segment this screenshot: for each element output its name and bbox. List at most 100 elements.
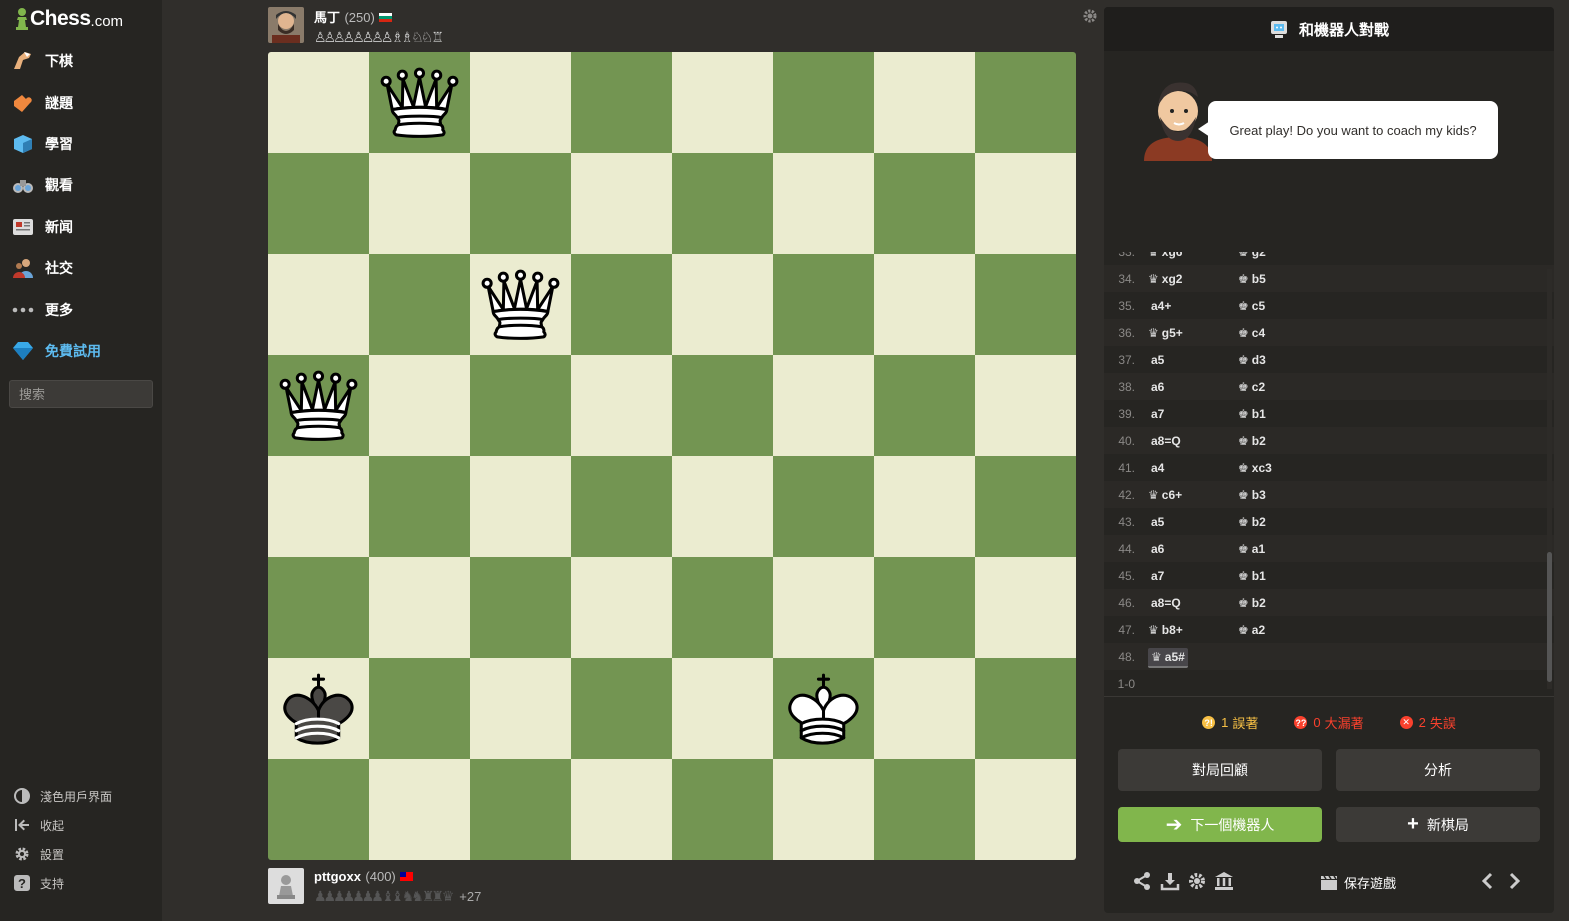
square-c8[interactable] <box>470 52 571 153</box>
square-a7[interactable] <box>268 153 369 254</box>
nav-learn[interactable]: 學習 <box>10 129 73 159</box>
white-move[interactable]: a5 <box>1148 353 1238 367</box>
square-a6[interactable] <box>268 254 369 355</box>
square-b1[interactable] <box>369 759 470 860</box>
new-game-button[interactable]: + 新棋局 <box>1336 807 1540 842</box>
square-c1[interactable] <box>470 759 571 860</box>
square-h2[interactable] <box>975 658 1076 759</box>
square-f8[interactable] <box>773 52 874 153</box>
square-b4[interactable] <box>369 456 470 557</box>
black-move[interactable]: ♚ xc3 <box>1238 461 1328 475</box>
square-h3[interactable] <box>975 557 1076 658</box>
square-e3[interactable] <box>672 557 773 658</box>
square-g3[interactable] <box>874 557 975 658</box>
black-move[interactable]: ♚ c2 <box>1238 380 1328 394</box>
white-move[interactable]: ♛ a5# <box>1148 647 1238 668</box>
square-f6[interactable] <box>773 254 874 355</box>
square-g7[interactable] <box>874 153 975 254</box>
nav-puzzles[interactable]: 謎題 <box>10 88 73 118</box>
move-list[interactable]: 33.♛xg6♚g234.♛xg2♚b535.a4+♚c536.♛g5+♚c43… <box>1104 252 1554 694</box>
square-a2[interactable] <box>268 658 369 759</box>
chess-board[interactable] <box>268 52 1076 860</box>
square-e4[interactable] <box>672 456 773 557</box>
square-d2[interactable] <box>571 658 672 759</box>
nav-social[interactable]: 社交 <box>10 253 73 283</box>
square-e2[interactable] <box>672 658 773 759</box>
square-f1[interactable] <box>773 759 874 860</box>
white-move[interactable]: a6 <box>1148 542 1238 556</box>
nav-watch[interactable]: 觀看 <box>10 170 73 200</box>
square-f5[interactable] <box>773 355 874 456</box>
square-a5[interactable] <box>268 355 369 456</box>
black-move[interactable]: ♚ b3 <box>1238 488 1328 502</box>
white-move[interactable]: a5 <box>1148 515 1238 529</box>
square-h1[interactable] <box>975 759 1076 860</box>
nav-more[interactable]: 更多 <box>10 295 73 325</box>
white-move[interactable]: a4+ <box>1148 299 1238 313</box>
move-list-scrollbar[interactable] <box>1547 269 1552 689</box>
black-move[interactable]: ♚ a2 <box>1238 623 1328 637</box>
black-move[interactable]: ♚ b1 <box>1238 569 1328 583</box>
white-move[interactable]: ♛ xg2 <box>1148 272 1238 286</box>
square-c6[interactable] <box>470 254 571 355</box>
nav-play[interactable]: 下棋 <box>10 46 73 76</box>
square-b3[interactable] <box>369 557 470 658</box>
player-avatar[interactable] <box>268 868 304 904</box>
black-move[interactable]: ♚ b2 <box>1238 434 1328 448</box>
white-move[interactable]: ♛ g5+ <box>1148 326 1238 340</box>
white-move[interactable]: a4 <box>1148 461 1238 475</box>
next-bot-button[interactable]: ➔ 下一個機器人 <box>1118 807 1322 842</box>
square-c7[interactable] <box>470 153 571 254</box>
black-move[interactable]: ♚ c4 <box>1238 326 1328 340</box>
square-h7[interactable] <box>975 153 1076 254</box>
square-a4[interactable] <box>268 456 369 557</box>
square-c2[interactable] <box>470 658 571 759</box>
square-g6[interactable] <box>874 254 975 355</box>
share-icon[interactable] <box>1132 871 1152 891</box>
square-g1[interactable] <box>874 759 975 860</box>
white-move[interactable]: ♛ c6+ <box>1148 488 1238 502</box>
blunder-stat[interactable]: ?? 0 大漏著 <box>1294 713 1364 732</box>
square-g5[interactable] <box>874 355 975 456</box>
light-ui-toggle[interactable]: 淺色用戶界面 <box>12 785 112 807</box>
next-move-icon[interactable] <box>1504 871 1524 891</box>
square-f4[interactable] <box>773 456 874 557</box>
search-input[interactable]: 搜索 <box>9 380 153 408</box>
square-d8[interactable] <box>571 52 672 153</box>
scrollbar-thumb[interactable] <box>1547 552 1552 682</box>
opponent-name[interactable]: 馬丁 <box>314 10 340 25</box>
square-e1[interactable] <box>672 759 773 860</box>
nav-free-trial[interactable]: 免費試用 <box>10 336 101 366</box>
square-b2[interactable] <box>369 658 470 759</box>
square-h6[interactable] <box>975 254 1076 355</box>
square-h4[interactable] <box>975 456 1076 557</box>
square-e7[interactable] <box>672 153 773 254</box>
square-h8[interactable] <box>975 52 1076 153</box>
white-move[interactable]: a7 <box>1148 569 1238 583</box>
board-settings-gear-icon[interactable] <box>1082 8 1098 24</box>
square-b5[interactable] <box>369 355 470 456</box>
square-e5[interactable] <box>672 355 773 456</box>
black-move[interactable]: ♚ b1 <box>1238 407 1328 421</box>
square-e8[interactable] <box>672 52 773 153</box>
chess-com-logo[interactable]: Chess .com <box>14 4 123 34</box>
nav-news[interactable]: 新闻 <box>10 212 73 242</box>
white-move[interactable]: ♛xg6 <box>1148 252 1238 259</box>
black-move[interactable]: ♚ b2 <box>1238 515 1328 529</box>
library-icon[interactable] <box>1214 871 1234 891</box>
white-move[interactable]: a7 <box>1148 407 1238 421</box>
download-icon[interactable] <box>1160 871 1180 891</box>
square-b8[interactable] <box>369 52 470 153</box>
black-move[interactable]: ♚ c5 <box>1238 299 1328 313</box>
black-move[interactable]: ♚ b2 <box>1238 596 1328 610</box>
square-f7[interactable] <box>773 153 874 254</box>
square-d5[interactable] <box>571 355 672 456</box>
square-g2[interactable] <box>874 658 975 759</box>
white-move[interactable]: ♛ b8+ <box>1148 623 1238 637</box>
square-d6[interactable] <box>571 254 672 355</box>
square-a3[interactable] <box>268 557 369 658</box>
square-b6[interactable] <box>369 254 470 355</box>
square-c4[interactable] <box>470 456 571 557</box>
square-d1[interactable] <box>571 759 672 860</box>
inaccuracy-stat[interactable]: ?! 1 誤著 <box>1202 713 1258 732</box>
